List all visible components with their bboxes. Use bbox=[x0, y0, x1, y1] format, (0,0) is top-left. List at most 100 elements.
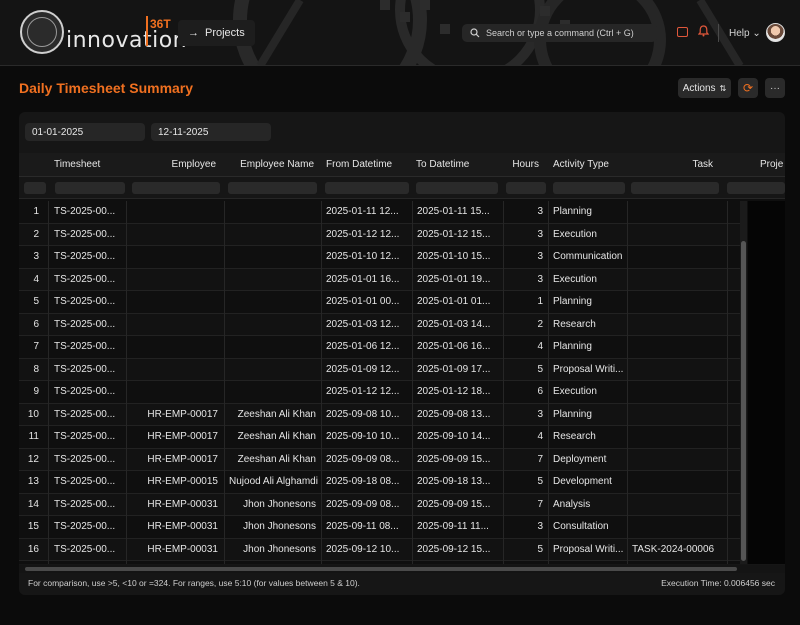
cell-hours[interactable]: 5 bbox=[503, 471, 548, 493]
employee-name-filter-input[interactable] bbox=[228, 182, 317, 194]
horizontal-scrollbar[interactable] bbox=[19, 565, 785, 573]
actions-button[interactable]: Actions ⇅ bbox=[678, 78, 731, 98]
table-row[interactable]: 15 TS-2025-00... HR-EMP-00031 Jhon Jhoneson… bbox=[19, 516, 741, 539]
cell-activity-type[interactable]: Development bbox=[548, 471, 627, 493]
row-number[interactable]: 2 bbox=[19, 224, 44, 246]
table-row[interactable]: 6 TS-2025-00... 2025-01-03 12... 2025-01-03… bbox=[19, 313, 741, 336]
row-number[interactable]: 13 bbox=[19, 471, 44, 493]
cell-hours[interactable]: 6 bbox=[503, 381, 548, 403]
cell-activity-type[interactable]: Execution bbox=[548, 269, 627, 291]
row-number[interactable]: 8 bbox=[19, 359, 44, 381]
cell-to-datetime[interactable]: 2025-09-18 13... bbox=[412, 471, 503, 493]
cell-timesheet[interactable]: TS-2025-00... bbox=[49, 426, 127, 448]
refresh-button[interactable]: ⟳ bbox=[738, 78, 758, 98]
row-number[interactable]: 7 bbox=[19, 336, 44, 358]
cell-employee[interactable] bbox=[127, 314, 223, 336]
cell-hours[interactable]: 2 bbox=[503, 314, 548, 336]
bell-icon[interactable] bbox=[697, 25, 710, 40]
row-number[interactable]: 10 bbox=[19, 404, 44, 426]
cell-from-datetime[interactable]: 2025-09-09 08... bbox=[321, 449, 412, 471]
row-number[interactable]: 9 bbox=[19, 381, 44, 403]
cell-task[interactable] bbox=[627, 359, 727, 381]
cell-employee-name[interactable]: Jhon Jhonesons bbox=[224, 539, 321, 561]
hours-filter-input[interactable] bbox=[506, 182, 546, 194]
cell-employee-name[interactable]: Nujood Ali Alghamdi bbox=[224, 471, 321, 493]
cell-hours[interactable]: 3 bbox=[503, 404, 548, 426]
row-number[interactable]: 14 bbox=[19, 494, 44, 516]
cell-employee[interactable] bbox=[127, 381, 223, 403]
cell-from-datetime[interactable]: 2025-01-01 00... bbox=[321, 291, 412, 313]
cell-to-datetime[interactable]: 2025-09-10 14... bbox=[412, 426, 503, 448]
cell-from-datetime[interactable]: 2025-09-08 10... bbox=[321, 404, 412, 426]
cell-activity-type[interactable]: Planning bbox=[548, 404, 627, 426]
cell-hours[interactable]: 1 bbox=[503, 291, 548, 313]
table-row[interactable]: 5 TS-2025-00... 2025-01-01 00... 2025-01-01… bbox=[19, 291, 741, 314]
cell-task[interactable] bbox=[627, 246, 727, 268]
cell-timesheet[interactable]: TS-2025-00... bbox=[49, 516, 127, 538]
row-number[interactable]: 11 bbox=[19, 426, 44, 448]
table-row[interactable]: 14 TS-2025-00... HR-EMP-00031 Jhon Jhoneson… bbox=[19, 493, 741, 516]
cell-hours[interactable]: 4 bbox=[503, 426, 548, 448]
column-header-employee[interactable]: Employee bbox=[146, 153, 216, 177]
row-number[interactable]: 15 bbox=[19, 516, 44, 538]
cell-from-datetime[interactable]: 2025-01-11 12... bbox=[321, 201, 412, 223]
cell-task[interactable] bbox=[627, 426, 727, 448]
row-number[interactable]: 6 bbox=[19, 314, 44, 336]
cell-employee-name[interactable] bbox=[224, 246, 321, 268]
column-header-employee-name[interactable]: Employee Name bbox=[224, 153, 314, 177]
cell-from-datetime[interactable]: 2025-09-18 08... bbox=[321, 471, 412, 493]
cell-task[interactable] bbox=[627, 516, 727, 538]
cell-task[interactable] bbox=[627, 314, 727, 336]
table-row[interactable]: 11 TS-2025-00... HR-EMP-00017 Zeeshan Ali K… bbox=[19, 426, 741, 449]
cell-hours[interactable]: 5 bbox=[503, 539, 548, 561]
column-header-activity-type[interactable]: Activity Type bbox=[553, 153, 633, 177]
cell-to-datetime[interactable]: 2025-01-12 15... bbox=[412, 224, 503, 246]
cell-employee[interactable]: HR-EMP-00031 bbox=[127, 539, 223, 561]
cell-from-datetime[interactable]: 2025-01-12 12... bbox=[321, 381, 412, 403]
cell-task[interactable] bbox=[627, 494, 727, 516]
cell-employee[interactable]: HR-EMP-00031 bbox=[127, 516, 223, 538]
cell-activity-type[interactable]: Consultation bbox=[548, 516, 627, 538]
cell-timesheet[interactable]: TS-2025-00... bbox=[49, 359, 127, 381]
cell-activity-type[interactable]: Execution bbox=[548, 224, 627, 246]
row-number[interactable]: 12 bbox=[19, 449, 44, 471]
cell-task[interactable] bbox=[627, 449, 727, 471]
cell-to-datetime[interactable]: 2025-09-12 15... bbox=[412, 539, 503, 561]
chat-icon[interactable] bbox=[677, 27, 688, 37]
row-number[interactable]: 16 bbox=[19, 539, 44, 561]
cell-employee-name[interactable] bbox=[224, 224, 321, 246]
cell-employee-name[interactable] bbox=[224, 201, 321, 223]
cell-to-datetime[interactable]: 2025-01-09 17... bbox=[412, 359, 503, 381]
cell-activity-type[interactable]: Deployment bbox=[548, 449, 627, 471]
cell-to-datetime[interactable]: 2025-09-08 13... bbox=[412, 404, 503, 426]
cell-timesheet[interactable]: TS-2025-00... bbox=[49, 269, 127, 291]
cell-timesheet[interactable]: TS-2025-00... bbox=[49, 381, 127, 403]
cell-employee-name[interactable] bbox=[224, 381, 321, 403]
cell-from-datetime[interactable]: 2025-09-09 08... bbox=[321, 494, 412, 516]
cell-activity-type[interactable]: Analysis bbox=[548, 494, 627, 516]
cell-employee-name[interactable] bbox=[224, 269, 321, 291]
cell-to-datetime[interactable]: 2025-01-03 14... bbox=[412, 314, 503, 336]
cell-to-datetime[interactable]: 2025-09-09 15... bbox=[412, 449, 503, 471]
cell-from-datetime[interactable]: 2025-01-12 12... bbox=[321, 224, 412, 246]
cell-from-datetime[interactable]: 2025-09-12 10... bbox=[321, 539, 412, 561]
cell-hours[interactable]: 3 bbox=[503, 201, 548, 223]
cell-activity-type[interactable]: Research bbox=[548, 426, 627, 448]
cell-task[interactable] bbox=[627, 291, 727, 313]
cell-to-datetime[interactable]: 2025-09-11 11... bbox=[412, 516, 503, 538]
cell-hours[interactable]: 3 bbox=[503, 269, 548, 291]
cell-from-datetime[interactable]: 2025-01-09 12... bbox=[321, 359, 412, 381]
cell-hours[interactable]: 5 bbox=[503, 359, 548, 381]
cell-from-datetime[interactable]: 2025-01-10 12... bbox=[321, 246, 412, 268]
table-row[interactable]: 10 TS-2025-00... HR-EMP-00017 Zeeshan Ali K… bbox=[19, 403, 741, 426]
from-datetime-filter-input[interactable] bbox=[325, 182, 409, 194]
row-number[interactable]: 1 bbox=[19, 201, 44, 223]
row-number[interactable]: 3 bbox=[19, 246, 44, 268]
table-row[interactable]: 9 TS-2025-00... 2025-01-12 12... 2025-01-12… bbox=[19, 381, 741, 404]
horizontal-scrollbar-thumb[interactable] bbox=[25, 567, 737, 571]
from-date-filter[interactable]: 01-01-2025 bbox=[25, 123, 145, 141]
cell-to-datetime[interactable]: 2025-01-11 15... bbox=[412, 201, 503, 223]
cell-activity-type[interactable]: Communication bbox=[548, 246, 627, 268]
cell-to-datetime[interactable]: 2025-01-10 15... bbox=[412, 246, 503, 268]
cell-from-datetime[interactable]: 2025-09-11 08... bbox=[321, 516, 412, 538]
